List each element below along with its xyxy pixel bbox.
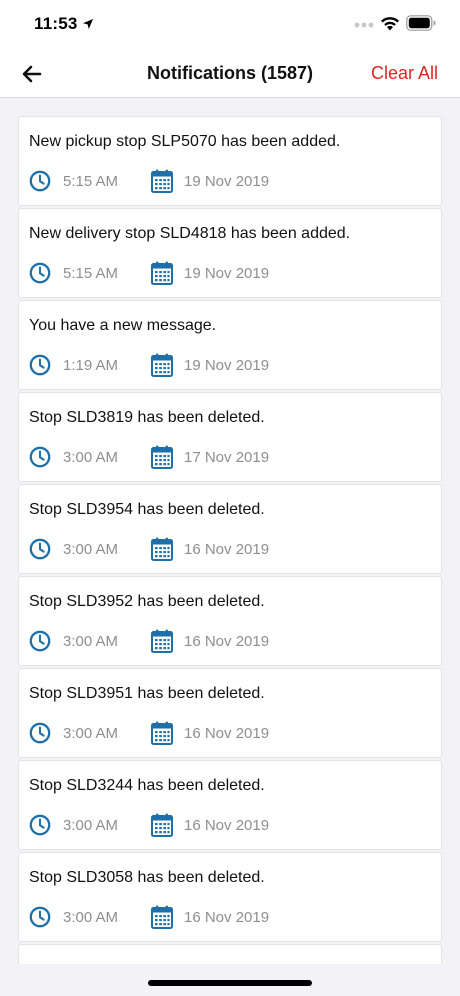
notification-meta: 3:00 AM xyxy=(29,813,429,837)
calendar-icon xyxy=(151,629,173,653)
wifi-icon xyxy=(381,17,399,31)
clock-icon xyxy=(29,446,51,468)
notification-date: 16 Nov 2019 xyxy=(184,817,270,834)
notification-meta: 3:00 AM xyxy=(29,629,429,653)
calendar-icon xyxy=(151,813,173,837)
home-indicator xyxy=(148,980,312,986)
notification-text: New delivery stop SLD4818 has been added… xyxy=(29,225,351,242)
clock-icon xyxy=(29,906,51,928)
calendar-icon xyxy=(151,169,173,193)
notification-time: 1:19 AM xyxy=(63,357,119,374)
calendar-icon xyxy=(151,353,173,377)
clear-all-button[interactable]: Clear All xyxy=(371,63,438,84)
notification-meta: 1:19 AM 19 Nov 2019 xyxy=(29,353,429,377)
notification-card[interactable]: Stop SLD3244 has been deleted. 3:00 AM 1… xyxy=(18,760,442,850)
notification-text: Stop SLD3951 has been deleted. xyxy=(29,685,265,702)
notification-card[interactable]: Stop SLD3819 has been deleted. 3:00 AM 1… xyxy=(18,392,442,482)
calendar-icon xyxy=(151,445,173,469)
notification-meta: 5:15 AM 19 Nov 2019 xyxy=(29,169,429,193)
notification-list: New pickup stop SLP5070 has been added. … xyxy=(18,116,442,966)
app-screen: 11:53 Notifications (1587) Clear All New… xyxy=(0,0,460,996)
notification-text: Stop SLD3952 has been deleted. xyxy=(29,593,265,610)
calendar-icon xyxy=(151,905,173,929)
notification-date: 16 Nov 2019 xyxy=(184,541,270,558)
calendar-icon xyxy=(151,537,173,561)
clock-icon xyxy=(29,262,51,284)
status-bar: 11:53 xyxy=(0,0,460,50)
notification-text: You have a new message. xyxy=(29,317,217,334)
notification-card[interactable]: Stop SLD3954 has been deleted. 3:00 AM 1… xyxy=(18,484,442,574)
notification-text: Stop SLD3819 has been deleted. xyxy=(29,409,265,426)
notification-date: 16 Nov 2019 xyxy=(184,725,270,742)
status-time: 11:53 xyxy=(34,14,78,33)
notification-date: 16 Nov 2019 xyxy=(184,909,270,926)
clock-icon xyxy=(29,354,51,376)
notification-time: 3:00 AM xyxy=(63,541,119,558)
notification-card-partial[interactable] xyxy=(18,944,442,964)
clock-icon xyxy=(29,814,51,836)
notification-time: 3:00 AM xyxy=(63,909,119,926)
navigation-header: Notifications (1587) Clear All xyxy=(0,50,460,98)
notification-card[interactable]: You have a new message. 1:19 AM 19 Nov 2… xyxy=(18,300,442,390)
notification-time: 3:00 AM xyxy=(63,449,119,466)
notification-date: 16 Nov 2019 xyxy=(184,633,270,650)
notification-card[interactable]: Stop SLD3952 has been deleted. 3:00 AM 1… xyxy=(18,576,442,666)
notification-date: 19 Nov 2019 xyxy=(184,265,270,282)
notification-card[interactable]: Stop SLD3058 has been deleted. 3:00 AM 1… xyxy=(18,852,442,942)
signal-dots-icon xyxy=(354,22,374,28)
battery-icon xyxy=(406,15,436,31)
notification-card[interactable]: New delivery stop SLD4818 has been added… xyxy=(18,208,442,298)
notification-time: 5:15 AM xyxy=(63,265,119,282)
notification-meta: 3:00 AM xyxy=(29,537,429,561)
notification-text: Stop SLD3954 has been deleted. xyxy=(29,501,265,518)
notification-time: 3:00 AM xyxy=(63,633,119,650)
notification-date: 19 Nov 2019 xyxy=(184,357,270,374)
clock-icon xyxy=(29,538,51,560)
notification-time: 3:00 AM xyxy=(63,725,119,742)
clock-icon xyxy=(29,630,51,652)
location-arrow-icon xyxy=(83,19,93,29)
calendar-icon xyxy=(151,261,173,285)
notification-date: 17 Nov 2019 xyxy=(184,449,270,466)
notification-meta: 5:15 AM 19 Nov 2019 xyxy=(29,261,429,285)
notification-meta: 3:00 AM xyxy=(29,905,429,929)
calendar-icon xyxy=(151,721,173,745)
notification-card[interactable]: Stop SLD3951 has been deleted. 3:00 AM 1… xyxy=(18,668,442,758)
notification-meta: 3:00 AM xyxy=(29,445,429,469)
clock-icon xyxy=(29,722,51,744)
notification-text: Stop SLD3244 has been deleted. xyxy=(29,777,265,794)
notification-text: New pickup stop SLP5070 has been added. xyxy=(29,133,341,150)
notification-meta: 3:00 AM xyxy=(29,721,429,745)
notification-date: 19 Nov 2019 xyxy=(184,173,270,190)
notification-card[interactable]: New pickup stop SLP5070 has been added. … xyxy=(18,116,442,206)
notification-time: 5:15 AM xyxy=(63,173,119,190)
clock-icon xyxy=(29,170,51,192)
notification-text: Stop SLD3058 has been deleted. xyxy=(29,869,265,886)
notification-time: 3:00 AM xyxy=(63,817,119,834)
